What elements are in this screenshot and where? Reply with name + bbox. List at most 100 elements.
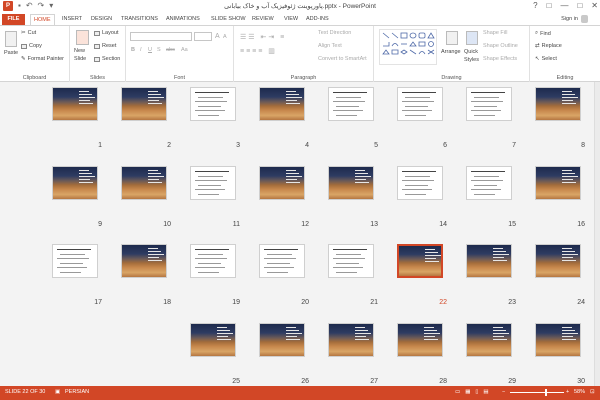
vertical-scrollbar[interactable] <box>594 82 600 386</box>
reset-icon <box>94 43 100 49</box>
user-icon[interactable] <box>581 15 588 23</box>
zoom-out-button[interactable]: − <box>502 389 505 395</box>
underline-button[interactable]: U <box>148 47 152 53</box>
slide-thumbnail[interactable] <box>259 244 305 278</box>
slide-thumbnail[interactable] <box>190 323 236 357</box>
quick-styles-button-label[interactable]: Styles <box>464 57 479 63</box>
align-icon[interactable]: ≡≡≡≡ ▥ <box>240 47 277 55</box>
slide-thumbnail[interactable] <box>52 244 98 278</box>
find-button[interactable]: ⌕ Find <box>535 30 551 37</box>
slide-thumbnail[interactable] <box>52 87 98 121</box>
thumbnail-text-line <box>562 248 572 249</box>
slide-thumbnail[interactable] <box>190 166 236 200</box>
copy-button[interactable]: Copy <box>21 43 42 49</box>
language-indicator[interactable]: PERSIAN <box>65 389 89 395</box>
quick-styles-icon[interactable] <box>466 31 478 45</box>
spelling-icon[interactable]: ▣ <box>55 389 60 395</box>
shape-fill-button[interactable]: Shape Fill <box>483 30 507 36</box>
fit-window-icon[interactable]: ⊡ <box>590 389 595 395</box>
tab-transitions[interactable]: TRANSITIONS <box>121 14 158 25</box>
new-slide-icon[interactable] <box>76 30 89 45</box>
slide-thumbnail[interactable] <box>121 166 167 200</box>
cut-button[interactable]: ✂ Cut <box>21 30 36 36</box>
slide-thumbnail[interactable] <box>121 244 167 278</box>
italic-button[interactable]: I <box>140 47 142 53</box>
bold-button[interactable]: B <box>131 47 135 53</box>
close-icon[interactable]: ✕ <box>591 1 598 10</box>
slide-thumbnail[interactable] <box>397 323 443 357</box>
tab-slide-show[interactable]: SLIDE SHOW <box>211 14 246 25</box>
shape-outline-button[interactable]: Shape Outline <box>483 43 518 49</box>
slide-thumbnail[interactable] <box>328 244 374 278</box>
zoom-level[interactable]: 58% <box>574 389 585 395</box>
ribbon-display-icon[interactable]: □ <box>547 1 552 10</box>
slide-thumbnail[interactable] <box>52 166 98 200</box>
slide-thumbnail[interactable] <box>535 87 581 121</box>
new-slide-button-label[interactable]: Slide <box>74 56 86 62</box>
slide-thumbnail[interactable] <box>328 166 374 200</box>
section-button[interactable]: Section <box>94 56 120 62</box>
minimize-icon[interactable]: — <box>560 1 568 10</box>
zoom-slider[interactable] <box>510 392 564 393</box>
tab-add-ins[interactable]: ADD-INS <box>306 14 329 25</box>
shrink-font-button[interactable]: A <box>223 34 227 40</box>
slide-thumbnail[interactable] <box>397 244 443 278</box>
paste-icon[interactable] <box>5 31 17 47</box>
bullets-icon[interactable]: ☰☰ ⇤⇥ ≡ <box>240 33 286 41</box>
slide-thumbnail[interactable] <box>397 87 443 121</box>
shapes-gallery[interactable] <box>379 29 437 65</box>
layout-button[interactable]: Layout <box>94 30 119 36</box>
slide-thumbnail[interactable] <box>121 87 167 121</box>
shape-effects-button[interactable]: Shape Effects <box>483 56 517 62</box>
slide-thumbnail[interactable] <box>535 166 581 200</box>
tab-view[interactable]: VIEW <box>284 14 298 25</box>
slide-thumbnail[interactable] <box>466 166 512 200</box>
sign-in-link[interactable]: Sign in <box>561 14 578 25</box>
slide-thumbnail[interactable] <box>328 87 374 121</box>
tab-file[interactable]: FILE <box>2 14 25 25</box>
select-button[interactable]: ↖ Select <box>535 56 557 62</box>
slide-thumbnail[interactable] <box>190 87 236 121</box>
tab-home[interactable]: HOME <box>30 14 55 25</box>
slide-thumbnail[interactable] <box>259 323 305 357</box>
replace-button[interactable]: ⇄ Replace <box>535 43 562 49</box>
tab-insert[interactable]: INSERT <box>62 14 82 25</box>
restore-icon[interactable]: □ <box>577 1 582 10</box>
slide-thumbnail[interactable] <box>535 323 581 357</box>
arrange-icon[interactable] <box>446 31 458 45</box>
font-name-input[interactable] <box>130 32 192 41</box>
change-case-button[interactable]: Aa <box>181 47 188 53</box>
reset-button[interactable]: Reset <box>94 43 116 49</box>
new-slide-button[interactable]: New <box>74 48 85 54</box>
convert-smartart-button[interactable]: Convert to SmartArt <box>318 56 367 62</box>
slide-thumbnail[interactable] <box>190 244 236 278</box>
arrange-button[interactable]: Arrange <box>441 49 461 55</box>
slide-thumbnail[interactable] <box>466 244 512 278</box>
slide-thumbnail[interactable] <box>397 166 443 200</box>
align-text-button[interactable]: Align Text <box>318 43 342 49</box>
slide-thumbnail[interactable] <box>259 87 305 121</box>
slide-thumbnail[interactable] <box>328 323 374 357</box>
thumbnail-text-line <box>286 182 300 183</box>
zoom-slider-thumb[interactable] <box>545 389 547 396</box>
slide-thumbnail[interactable] <box>259 166 305 200</box>
text-direction-button[interactable]: Text Direction <box>318 30 351 36</box>
zoom-in-button[interactable]: + <box>566 389 569 395</box>
slide-thumbnail[interactable] <box>466 87 512 121</box>
quick-styles-button[interactable]: Quick <box>464 49 478 55</box>
tab-review[interactable]: REVIEW <box>252 14 274 25</box>
paste-button[interactable]: Paste <box>4 50 18 56</box>
grow-font-button[interactable]: A <box>215 33 220 40</box>
help-icon[interactable]: ? <box>533 1 537 10</box>
strikethrough-button[interactable]: abc <box>166 47 175 53</box>
thumbnail-text-line <box>79 176 95 177</box>
slide-thumbnail[interactable] <box>466 323 512 357</box>
tab-design[interactable]: DESIGN <box>91 14 112 25</box>
format-painter-button[interactable]: ✎ Format Painter <box>21 56 64 62</box>
tab-animations[interactable]: ANIMATIONS <box>166 14 200 25</box>
view-buttons[interactable]: ▭▦▯▤ <box>455 389 494 395</box>
slide-number: 14 <box>439 221 447 228</box>
font-size-input[interactable] <box>194 32 212 41</box>
shadow-button[interactable]: S <box>157 47 161 53</box>
slide-thumbnail[interactable] <box>535 244 581 278</box>
